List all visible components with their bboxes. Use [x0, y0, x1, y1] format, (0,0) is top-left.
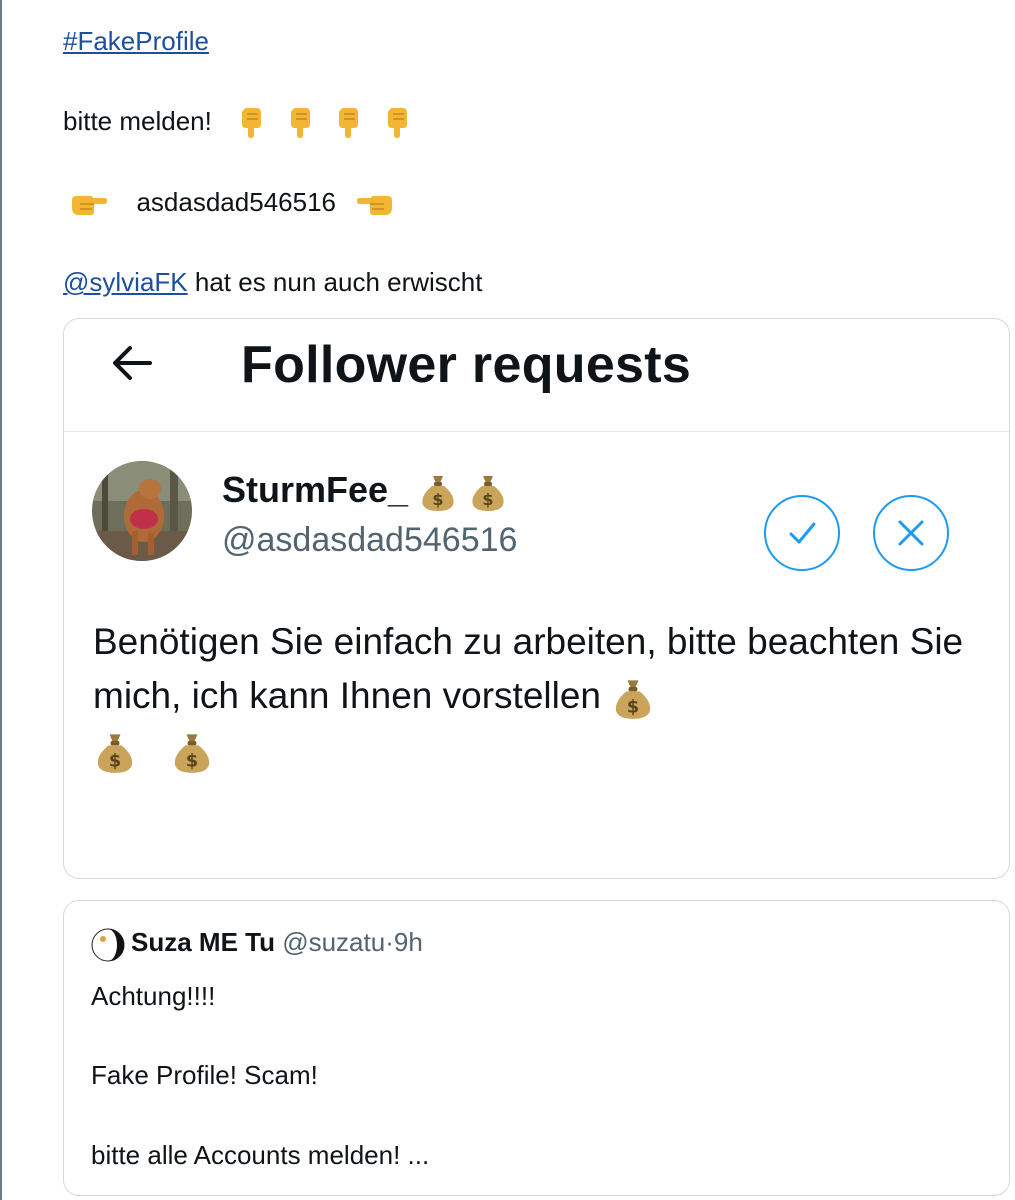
svg-text:$: $ — [433, 490, 444, 509]
requester-name: SturmFee_ $ $ — [222, 469, 508, 512]
post-line-hashtag: #FakeProfile — [63, 25, 209, 57]
requester-handle: @asdasdad546516 — [222, 521, 518, 559]
pointing-right-emoji — [70, 190, 108, 218]
mention-rest-text: hat es nun auch erwischt — [187, 267, 483, 297]
mention-link[interactable]: @sylviaFK — [63, 267, 188, 297]
quote-time: 9h — [393, 927, 423, 957]
pointing-down-emoji — [384, 108, 410, 139]
left-border — [0, 0, 2, 1200]
back-arrow-icon — [108, 339, 156, 387]
quote-author-avatar — [91, 928, 125, 962]
checkmark-icon — [789, 522, 816, 544]
pointing-left-emoji — [356, 190, 394, 218]
screenshot-header: Follower requests — [64, 319, 1009, 432]
requester-avatar — [92, 461, 192, 561]
report-text: bitte melden! — [63, 106, 212, 136]
post-line-mention: @sylviaFK hat es nun auch erwischt — [63, 266, 482, 298]
svg-text:$: $ — [483, 490, 494, 509]
quote-header: Suza ME Tu @suzatu·9h — [131, 927, 423, 958]
quote-separator: · — [385, 927, 394, 957]
screenshot-image[interactable]: Follower requests SturmFee_ $ $ @asdasda… — [63, 318, 1010, 879]
requester-bio: Benötigen Sie einfach zu arbeiten, bitte… — [93, 615, 993, 777]
money-bag-emoji: $ — [611, 676, 655, 720]
pointing-down-emoji — [238, 108, 264, 139]
requester-bio-text: Benötigen Sie einfach zu arbeiten, bitte… — [93, 621, 964, 716]
accept-request-button — [764, 495, 840, 571]
money-bag-emoji: $ — [170, 730, 214, 774]
quote-text-line-3: bitte alle Accounts melden! ... — [91, 1140, 430, 1170]
money-bag-emoji: $ — [418, 472, 458, 512]
screenshot-title: Follower requests — [241, 336, 692, 394]
requester-display-name: SturmFee_ — [222, 469, 409, 510]
quote-text-line-2: Fake Profile! Scam! — [91, 1060, 318, 1090]
pointing-down-emoji — [287, 108, 313, 139]
post-line-report: bitte melden! — [63, 105, 410, 139]
post-line-handle: asdasdad546516 — [70, 186, 394, 218]
quote-author-handle: @suzatu — [282, 927, 386, 957]
svg-text:$: $ — [627, 698, 639, 718]
pointing-down-emoji — [335, 108, 361, 139]
quoted-tweet[interactable]: Suza ME Tu @suzatu·9h Achtung!!!! Fake P… — [63, 900, 1010, 1196]
scam-handle-text: asdasdad546516 — [136, 187, 336, 217]
decline-request-button — [873, 495, 949, 571]
money-bag-emoji: $ — [93, 730, 137, 774]
svg-text:$: $ — [109, 752, 121, 772]
close-icon — [898, 520, 924, 546]
quote-text-line-1: Achtung!!!! — [91, 981, 216, 1011]
hashtag-link[interactable]: #FakeProfile — [63, 26, 209, 56]
svg-text:$: $ — [185, 752, 197, 772]
money-bag-emoji: $ — [468, 472, 508, 512]
quote-author-name: Suza ME Tu — [131, 927, 275, 957]
